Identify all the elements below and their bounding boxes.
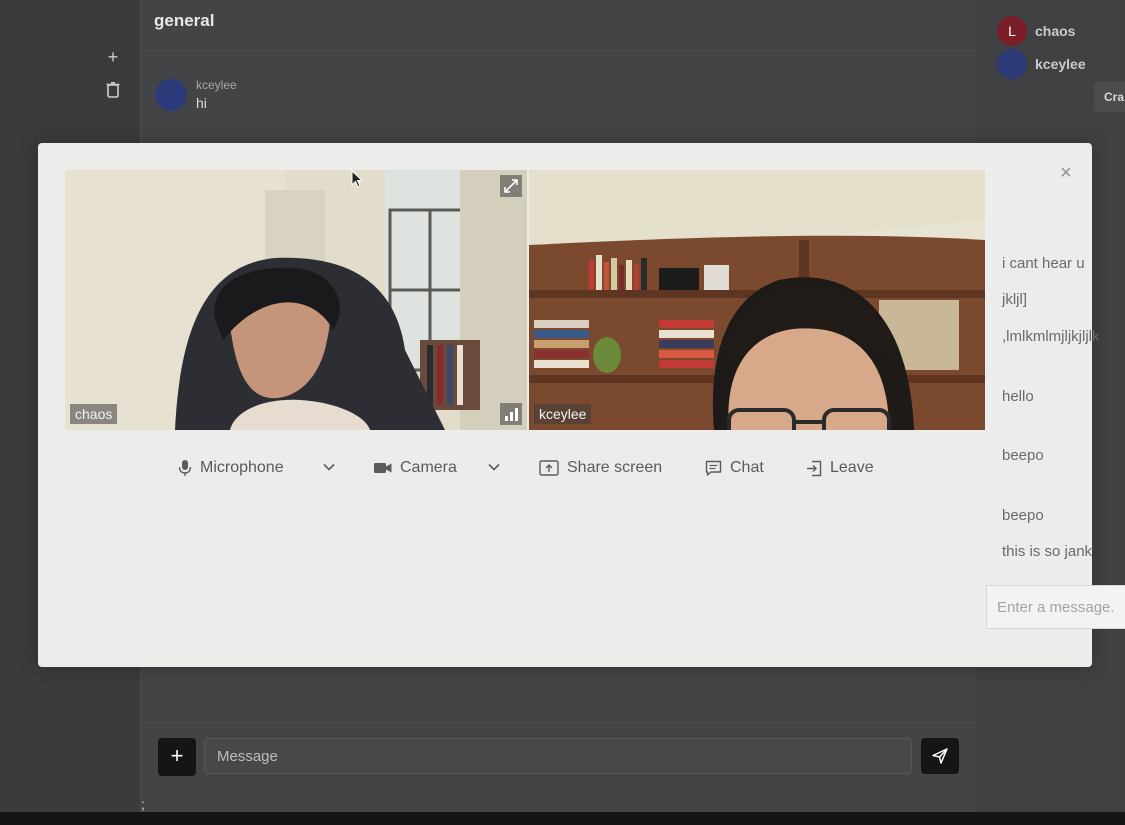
avatar[interactable]: [155, 79, 187, 111]
share-screen-button[interactable]: Share screen: [539, 456, 662, 480]
microphone-label: Microphone: [200, 459, 284, 476]
chat-input-container: [986, 585, 1125, 629]
composer-divider: [140, 722, 976, 723]
expand-button[interactable]: [500, 175, 522, 197]
chat-message: i cant hear u: [1002, 255, 1085, 272]
send-icon: [932, 748, 948, 764]
chat-message: beepo: [1002, 507, 1044, 524]
screen-bezel: [0, 812, 1125, 825]
plus-icon: +: [170, 743, 184, 768]
video-feed: [65, 170, 527, 430]
expand-icon: [504, 179, 518, 193]
close-icon: ×: [1060, 162, 1072, 184]
message-text: hi: [196, 95, 207, 111]
video-feed: [529, 170, 985, 430]
chat-icon: [705, 460, 722, 476]
leave-icon: [807, 460, 822, 476]
video-tile[interactable]: chaos: [65, 170, 527, 430]
avatar: L: [997, 16, 1027, 46]
leave-label: Leave: [830, 459, 874, 476]
share-screen-icon: [539, 460, 559, 476]
chat-message: beepo: [1002, 447, 1044, 464]
camera-button[interactable]: Camera: [374, 456, 457, 480]
microphone-button[interactable]: Microphone: [178, 456, 284, 480]
chat-message: ,lmlkmlmjljkjljlkjkl: [1002, 328, 1098, 345]
add-attachment-button[interactable]: +: [158, 738, 196, 776]
member-item[interactable]: L chaos: [997, 16, 1075, 46]
microphone-icon: [178, 460, 192, 476]
leave-button[interactable]: Leave: [806, 456, 874, 480]
header-divider: [140, 50, 976, 51]
message-input[interactable]: [204, 738, 912, 774]
call-chat-panel: i cant hear u jkljl] ,lmlkmlmjljkjljlkjk…: [1000, 240, 1098, 570]
chat-message: hello: [1002, 388, 1034, 405]
avatar: [997, 49, 1027, 79]
camera-icon: [374, 463, 392, 473]
stray-text: ;: [141, 796, 145, 812]
chat-message: this is so jank: [1002, 543, 1093, 560]
chat-message-input[interactable]: [987, 586, 1125, 628]
signal-icon: [500, 403, 522, 425]
video-tile[interactable]: kceylee: [529, 170, 985, 430]
participant-name: kceylee: [534, 404, 592, 424]
trash-icon[interactable]: [104, 82, 122, 100]
plus-icon[interactable]: +: [104, 48, 122, 66]
member-item[interactable]: kceylee: [997, 49, 1086, 79]
create-button[interactable]: Cra: [1094, 82, 1125, 112]
camera-label: Camera: [400, 459, 457, 476]
member-name: chaos: [1035, 23, 1076, 39]
send-button[interactable]: [921, 738, 959, 774]
mouse-cursor-icon: [351, 170, 363, 188]
member-name: kceylee: [1035, 56, 1086, 72]
chat-message: jkljl]: [1002, 291, 1027, 308]
chevron-down-icon[interactable]: [322, 460, 336, 474]
chat-button[interactable]: Chat: [705, 456, 764, 480]
chevron-down-icon[interactable]: [487, 460, 501, 474]
participant-name: chaos: [70, 404, 118, 424]
channel-title: general: [154, 11, 215, 30]
close-button[interactable]: ×: [1057, 162, 1075, 184]
share-screen-label: Share screen: [567, 459, 663, 476]
chat-label: Chat: [730, 459, 764, 476]
message-author[interactable]: kceylee: [196, 78, 237, 92]
